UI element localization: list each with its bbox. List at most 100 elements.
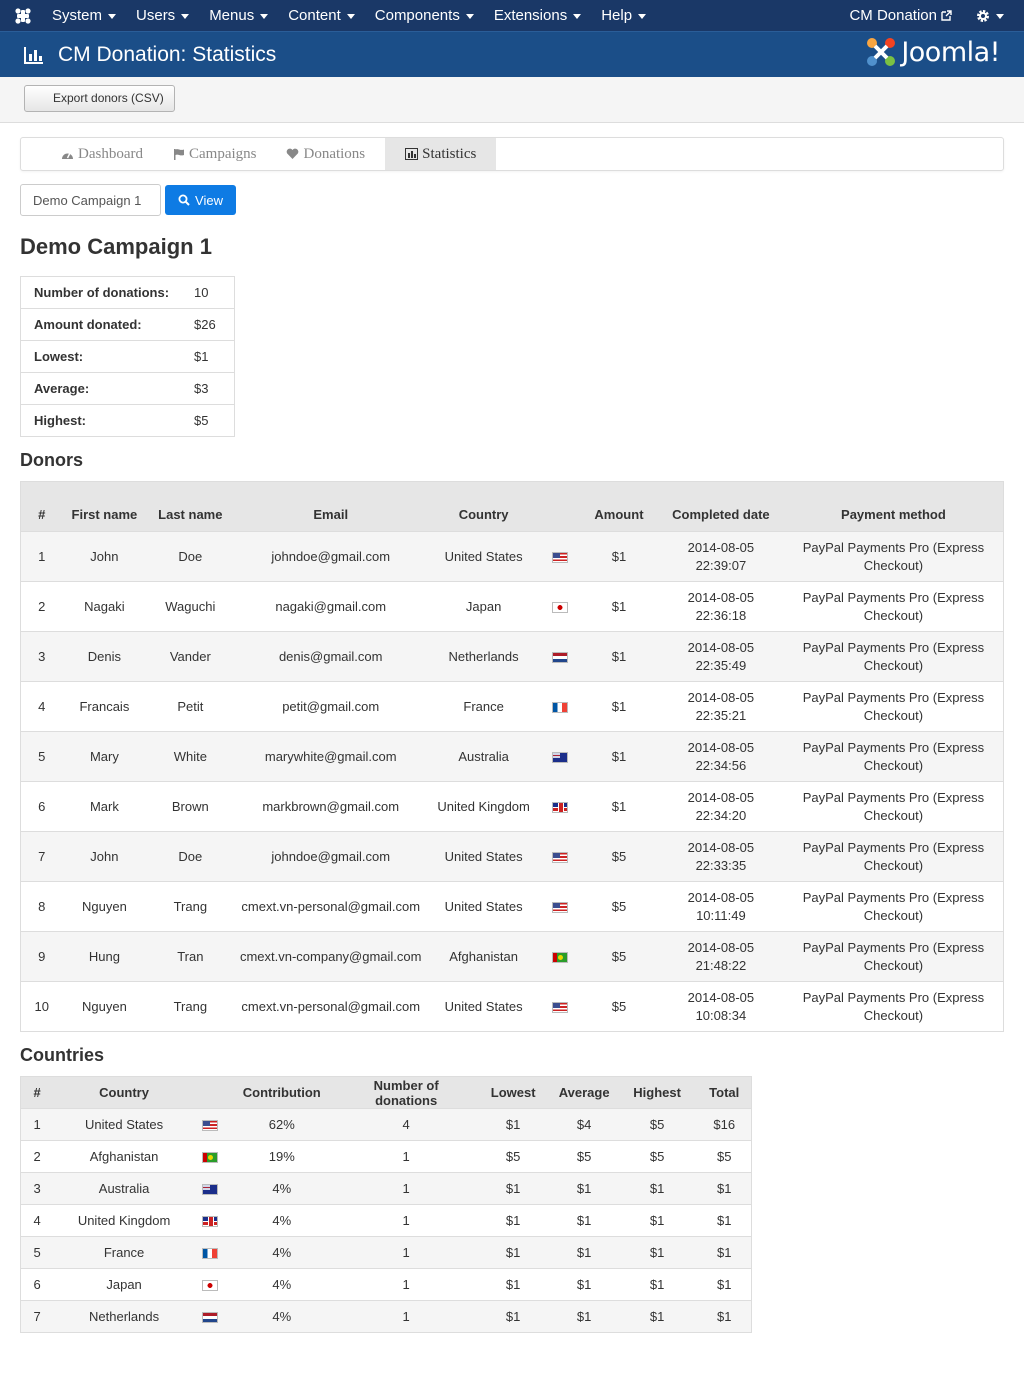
col-average: Average <box>551 1076 617 1109</box>
settings-menu[interactable] <box>976 9 1004 23</box>
country-lowest: $1 <box>474 1172 552 1205</box>
tab-campaigns[interactable]: Campaigns <box>163 138 277 170</box>
country-number: 1 <box>20 1108 54 1141</box>
donor-number: 6 <box>20 781 63 832</box>
donor-amount: $1 <box>580 531 658 582</box>
country-total: $1 <box>697 1268 752 1301</box>
menu-label: Users <box>136 7 176 24</box>
donor-payment-method: PayPal Payments Pro (Express Checkout) <box>783 581 1004 632</box>
menu-users[interactable]: Users <box>136 7 190 24</box>
country-contribution: 4% <box>225 1300 338 1333</box>
stat-row: Highest: $5 <box>20 404 235 437</box>
col-country: Country <box>53 1076 195 1109</box>
countries-header-row: # Country Contribution Number of donatio… <box>20 1076 752 1109</box>
donor-amount: $5 <box>580 831 658 882</box>
donor-number: 7 <box>20 831 63 882</box>
donor-row: 6 Mark Brown markbrown@gmail.com United King… <box>20 781 1004 832</box>
cm-donation-link[interactable]: CM Donation <box>849 7 952 24</box>
country-row: 2 Afghanistan 19% 1 $5 $5 $5 $5 <box>20 1140 752 1173</box>
donor-email: marywhite@gmail.com <box>234 731 428 782</box>
col-total: Total <box>697 1076 752 1109</box>
country-number: 3 <box>20 1172 54 1205</box>
country-number: 7 <box>20 1300 54 1333</box>
stat-label: Highest: <box>20 404 183 437</box>
flag-nl-icon <box>202 1312 219 1324</box>
tab-dashboard[interactable]: Dashboard <box>51 138 163 170</box>
view-button-label: View <box>195 192 223 208</box>
donor-amount: $1 <box>580 631 658 682</box>
gear-icon <box>977 9 989 22</box>
col-flag <box>540 481 581 532</box>
stat-value: $3 <box>182 372 235 405</box>
country-highest: $1 <box>616 1268 698 1301</box>
country-name: United Kingdom <box>53 1204 195 1237</box>
donor-email: johndoe@gmail.com <box>234 531 428 582</box>
donor-email: cmext.vn-personal@gmail.com <box>234 981 428 1032</box>
donor-country: United Kingdom <box>427 781 541 832</box>
country-lowest: $1 <box>474 1268 552 1301</box>
donor-last-name: Brown <box>146 781 235 832</box>
flag-af-icon <box>202 1152 219 1164</box>
flag-us-icon <box>552 901 569 913</box>
country-contribution: 4% <box>225 1268 338 1301</box>
donor-payment-method: PayPal Payments Pro (Express Checkout) <box>783 731 1004 782</box>
caret-down-icon <box>181 14 190 19</box>
flag-us-icon <box>552 551 569 563</box>
caret-down-icon <box>346 14 355 19</box>
menu-content[interactable]: Content <box>288 7 355 24</box>
menu-help[interactable]: Help <box>601 7 647 24</box>
country-contribution: 19% <box>225 1140 338 1173</box>
donor-first-name: Denis <box>62 631 147 682</box>
donor-number: 3 <box>20 631 63 682</box>
donor-country: United States <box>427 531 541 582</box>
country-average: $1 <box>551 1236 617 1269</box>
country-total: $1 <box>697 1204 752 1237</box>
flag-cell <box>540 631 581 682</box>
donor-amount: $1 <box>580 681 658 732</box>
country-number: 4 <box>20 1204 54 1237</box>
country-average: $5 <box>551 1140 617 1173</box>
tab-donations[interactable]: Donations <box>276 138 385 170</box>
country-row: 6 Japan 4% 1 $1 $1 $1 $1 <box>20 1268 752 1301</box>
flag-cell <box>194 1108 226 1141</box>
menu-label: Menus <box>209 7 255 24</box>
caret-down-icon <box>638 14 647 19</box>
donor-completed-date: 2014-08-05 22:35:49 <box>657 631 784 682</box>
donor-row: 8 Nguyen Trang cmext.vn-personal@gmail.com U… <box>20 881 1004 932</box>
country-donation-count: 1 <box>337 1172 475 1205</box>
menu-label: System <box>52 7 103 24</box>
cm-donation-link-label: CM Donation <box>849 7 937 24</box>
tab-label: Donations <box>303 145 366 162</box>
menu-menus[interactable]: Menus <box>209 7 269 24</box>
donor-payment-method: PayPal Payments Pro (Express Checkout) <box>783 881 1004 932</box>
stat-value: $1 <box>182 340 235 373</box>
tab-statistics[interactable]: Statistics <box>385 138 497 170</box>
menu-extensions[interactable]: Extensions <box>494 7 582 24</box>
country-lowest: $1 <box>474 1204 552 1237</box>
country-row: 7 Netherlands 4% 1 $1 $1 $1 $1 <box>20 1300 752 1333</box>
country-number: 2 <box>20 1140 54 1173</box>
menu-components[interactable]: Components <box>375 7 474 24</box>
donor-country: Australia <box>427 731 541 782</box>
joomla-menu-icon[interactable] <box>14 7 52 25</box>
donor-payment-method: PayPal Payments Pro (Express Checkout) <box>783 531 1004 582</box>
donor-first-name: John <box>62 531 147 582</box>
donor-row: 3 Denis Vander denis@gmail.com Netherlands $1… <box>20 631 1004 682</box>
country-average: $1 <box>551 1204 617 1237</box>
view-button[interactable]: View <box>165 185 236 215</box>
caret-down-icon <box>573 14 582 19</box>
donor-email: denis@gmail.com <box>234 631 428 682</box>
menu-system[interactable]: System <box>52 7 117 24</box>
stat-value: 10 <box>194 285 209 300</box>
flag-cell <box>194 1204 226 1237</box>
col-payment-method: Payment method <box>783 481 1004 532</box>
donor-email: johndoe@gmail.com <box>234 831 428 882</box>
stat-value: $5 <box>182 404 235 437</box>
campaign-select[interactable]: Demo Campaign 1 <box>20 184 161 216</box>
donor-first-name: Mary <box>62 731 147 782</box>
flag-jp-icon <box>552 601 569 613</box>
export-donors-button[interactable]: Export donors (CSV) <box>24 85 175 112</box>
donor-completed-date: 2014-08-05 21:48:22 <box>657 931 784 982</box>
country-donation-count: 1 <box>337 1236 475 1269</box>
tab-label: Dashboard <box>78 145 143 162</box>
